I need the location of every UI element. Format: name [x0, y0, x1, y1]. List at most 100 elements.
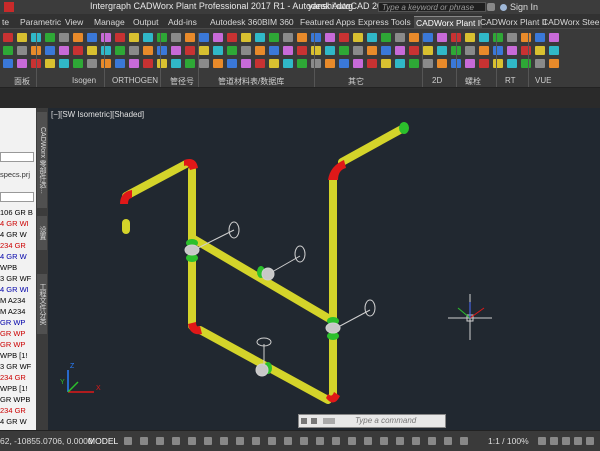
handwheel-icon[interactable]: [364, 299, 376, 317]
ribbon-tool-icon[interactable]: [521, 46, 531, 55]
status-toggle-icon[interactable]: [300, 437, 308, 445]
app-menu-icon[interactable]: [4, 2, 14, 12]
wrench-icon[interactable]: [311, 418, 317, 424]
ribbon-tool-icon[interactable]: [143, 59, 153, 68]
ribbon-tool-icon[interactable]: [87, 33, 97, 42]
ribbon-tool-icon[interactable]: [213, 33, 223, 42]
ribbon-tool-icon[interactable]: [535, 33, 545, 42]
tab-11[interactable]: CADWorx Plant II: [478, 16, 548, 28]
ribbon-tool-icon[interactable]: [549, 59, 559, 68]
tab-8[interactable]: Featured Apps: [298, 16, 357, 28]
ribbon-tool-icon[interactable]: [409, 46, 419, 55]
status-toggle-icon[interactable]: [204, 437, 212, 445]
status-toggle-icon[interactable]: [316, 437, 324, 445]
ribbon-tool-icon[interactable]: [311, 59, 321, 68]
palette-list-item[interactable]: 234 GR: [0, 406, 26, 416]
search-input[interactable]: Type a keyword or phrase: [378, 2, 486, 12]
ribbon-tool-icon[interactable]: [325, 33, 335, 42]
status-tool-icon[interactable]: [538, 437, 546, 445]
ribbon-tool-icon[interactable]: [213, 46, 223, 55]
ribbon-tool-icon[interactable]: [507, 59, 517, 68]
viewport-controls-label[interactable]: [−][SW Isometric][Shaded]: [51, 110, 144, 119]
ribbon-tool-icon[interactable]: [381, 33, 391, 42]
handwheel-icon[interactable]: [294, 245, 306, 263]
ribbon-tool-icon[interactable]: [255, 46, 265, 55]
ribbon-tool-icon[interactable]: [227, 59, 237, 68]
ribbon-tool-icon[interactable]: [255, 33, 265, 42]
ribbon-tool-icon[interactable]: [227, 46, 237, 55]
ribbon-tool-icon[interactable]: [115, 46, 125, 55]
ribbon-tool-icon[interactable]: [3, 59, 13, 68]
status-toggle-icon[interactable]: [444, 437, 452, 445]
side-tab-1[interactable]: 设置: [37, 216, 47, 250]
status-toggle-icon[interactable]: [172, 437, 180, 445]
ribbon-tool-icon[interactable]: [101, 33, 111, 42]
ribbon-tool-icon[interactable]: [409, 59, 419, 68]
ribbon-tool-icon[interactable]: [493, 59, 503, 68]
status-toggle-icon[interactable]: [348, 437, 356, 445]
status-toggle-icon[interactable]: [396, 437, 404, 445]
palette-list-item[interactable]: GR WP: [0, 340, 25, 350]
ribbon-tool-icon[interactable]: [493, 46, 503, 55]
ribbon-tool-icon[interactable]: [437, 46, 447, 55]
ribbon-tool-icon[interactable]: [367, 33, 377, 42]
ribbon-tool-icon[interactable]: [269, 59, 279, 68]
ribbon-tool-icon[interactable]: [297, 33, 307, 42]
ribbon-tool-icon[interactable]: [353, 59, 363, 68]
ribbon-tool-icon[interactable]: [465, 59, 475, 68]
valve-body[interactable]: [261, 267, 275, 281]
palette-list-item[interactable]: 3 GR WF: [0, 274, 31, 284]
ribbon-tool-icon[interactable]: [353, 46, 363, 55]
ribbon-tool-icon[interactable]: [87, 46, 97, 55]
status-toggle-icon[interactable]: [156, 437, 164, 445]
ribbon-tool-icon[interactable]: [157, 46, 167, 55]
ribbon-tool-icon[interactable]: [241, 33, 251, 42]
ribbon-tool-icon[interactable]: [3, 33, 13, 42]
binoculars-icon[interactable]: [487, 3, 495, 11]
ribbon-tool-icon[interactable]: [171, 33, 181, 42]
ribbon-tool-icon[interactable]: [283, 33, 293, 42]
elbow-fitting[interactable]: [188, 322, 202, 335]
ribbon-tool-icon[interactable]: [367, 59, 377, 68]
ribbon-tool-icon[interactable]: [437, 33, 447, 42]
tab-6[interactable]: Autodesk 360: [208, 16, 264, 28]
pipe-segment[interactable]: [122, 160, 190, 200]
tab-7[interactable]: BIM 360: [260, 16, 296, 28]
palette-list-item[interactable]: 234 GR: [0, 241, 26, 251]
ribbon-tool-icon[interactable]: [185, 33, 195, 42]
status-toggle-icon[interactable]: [140, 437, 148, 445]
ribbon-tool-icon[interactable]: [423, 46, 433, 55]
pipe-segment[interactable]: [338, 126, 404, 166]
ribbon-tool-icon[interactable]: [143, 33, 153, 42]
status-tool-icon[interactable]: [562, 437, 570, 445]
palette-list-item[interactable]: 106 GR B: [0, 208, 33, 218]
flange[interactable]: [399, 122, 409, 134]
ribbon-tool-icon[interactable]: [157, 33, 167, 42]
piping-model[interactable]: Z Y X: [48, 108, 600, 430]
tab-4[interactable]: Output: [131, 16, 161, 28]
ribbon-tool-icon[interactable]: [157, 59, 167, 68]
ribbon-tool-icon[interactable]: [535, 46, 545, 55]
ribbon-tool-icon[interactable]: [87, 59, 97, 68]
ribbon-tool-icon[interactable]: [283, 59, 293, 68]
ribbon-tool-icon[interactable]: [409, 33, 419, 42]
ribbon-tool-icon[interactable]: [339, 33, 349, 42]
status-toggle-icon[interactable]: [460, 437, 468, 445]
ribbon-tool-icon[interactable]: [199, 59, 209, 68]
ribbon-tool-icon[interactable]: [73, 33, 83, 42]
status-tool-icon[interactable]: [586, 437, 594, 445]
ribbon-tool-icon[interactable]: [507, 33, 517, 42]
ribbon-tool-icon[interactable]: [395, 59, 405, 68]
ribbon-tool-icon[interactable]: [395, 46, 405, 55]
ribbon-tool-icon[interactable]: [297, 46, 307, 55]
sign-in-link[interactable]: Sign In: [510, 2, 538, 12]
ribbon-tool-icon[interactable]: [465, 46, 475, 55]
ribbon-tool-icon[interactable]: [479, 59, 489, 68]
command-input[interactable]: Type a command: [355, 416, 416, 425]
ribbon-tool-icon[interactable]: [45, 59, 55, 68]
status-toggle-icon[interactable]: [332, 437, 340, 445]
palette-list-item[interactable]: GR WP: [0, 329, 25, 339]
ribbon-tool-icon[interactable]: [115, 33, 125, 42]
ribbon-tool-icon[interactable]: [115, 59, 125, 68]
palette-list-item[interactable]: 4 GR WI: [0, 285, 29, 295]
